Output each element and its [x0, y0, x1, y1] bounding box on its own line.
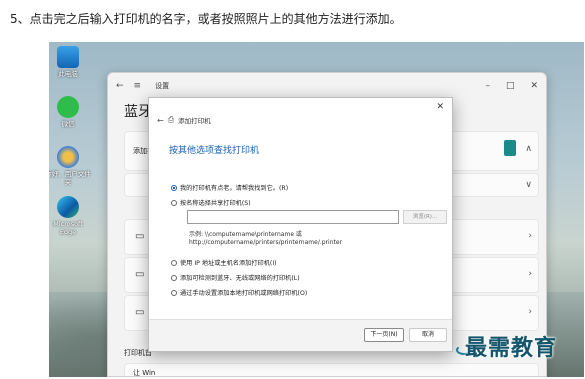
printer-icon: ⎙ — [167, 115, 175, 124]
settings-bottom-row[interactable]: 让 Win — [124, 363, 539, 377]
example-text: 示例: \\computername\printername 或 http://… — [189, 231, 342, 247]
example-line-2: http://computername/printers/printername… — [189, 239, 343, 246]
computer-icon — [57, 46, 79, 68]
radio[interactable] — [171, 199, 177, 206]
close-icon[interactable]: ✕ — [530, 81, 538, 91]
add-printer-dialog: ✕ ← ⎙ 添加打印机 按其他选项查找打印机 我的打印机有点老。请帮我找到它。(… — [148, 97, 453, 352]
option-ip-address[interactable]: 使用 IP 地址或主机名添加打印机(I) — [171, 258, 277, 267]
dialog-back-arrow-icon[interactable]: ← — [157, 116, 164, 125]
option-shared-by-name[interactable]: 按名称选择共享打印机(S) — [171, 198, 251, 207]
option-label: 按名称选择共享打印机(S) — [180, 200, 251, 207]
desktop-icon-label: 微信 — [61, 120, 75, 128]
user-folder-icon — [57, 146, 79, 168]
instruction-text: 5、点击完之后输入打印机的名字，或者按照照片上的其他方法进行添加。 — [10, 12, 402, 26]
browse-button[interactable]: 浏览(R)... — [403, 210, 447, 224]
dialog-heading: 按其他选项查找打印机 — [169, 146, 260, 156]
screenshot: 此电脑 微信 你好，用户文件夹 Microsoft Edge ← ≡ 设置 – … — [49, 42, 584, 377]
page: 5、点击完之后输入打印机的名字，或者按照照片上的其他方法进行添加。 此电脑 微信… — [0, 0, 585, 379]
menu-icon[interactable]: ≡ — [134, 81, 142, 91]
dialog-title: 添加打印机 — [178, 117, 211, 125]
desktop-icon-this-pc[interactable]: 此电脑 — [49, 46, 91, 78]
next-button[interactable]: 下一页(N) — [364, 328, 404, 342]
printer-icon: ▭ — [135, 307, 145, 318]
option-label: 我的打印机有点老。请帮我找到它。(R) — [180, 185, 289, 192]
chevron-right-icon: › — [528, 231, 532, 241]
add-device-button[interactable] — [504, 140, 516, 156]
desktop-icon-user-folder[interactable]: 你好，用户文件夹 — [49, 146, 91, 186]
back-arrow-icon[interactable]: ← — [116, 81, 124, 91]
option-label: 通过手动设置添加本地打印机或网络打印机(O) — [180, 290, 308, 297]
chevron-up-icon[interactable]: ∧ — [525, 144, 532, 154]
option-old-printer[interactable]: 我的打印机有点老。请帮我找到它。(R) — [171, 183, 288, 192]
desktop-icon-label: 此电脑 — [58, 70, 78, 78]
chevron-right-icon: › — [528, 269, 532, 279]
dialog-footer: 下一页(N) 取消 — [149, 319, 452, 351]
desktop-icon-wechat[interactable]: 微信 — [49, 96, 91, 128]
radio-selected[interactable] — [171, 184, 177, 191]
settings-title: 设置 — [155, 82, 170, 90]
desktop-icon-edge[interactable]: Microsoft Edge — [49, 196, 91, 236]
radio[interactable] — [171, 289, 177, 296]
watermark: 最需教育 — [465, 335, 558, 361]
option-label: 使用 IP 地址或主机名添加打印机(I) — [180, 260, 277, 267]
cancel-button[interactable]: 取消 — [409, 328, 447, 342]
edge-icon — [57, 196, 79, 218]
radio[interactable] — [171, 259, 177, 266]
desktop-icon-label: 你好，用户文件夹 — [49, 170, 91, 186]
maximize-icon[interactable]: □ — [506, 81, 515, 91]
printer-icon: ▭ — [135, 269, 145, 280]
dialog-close-icon[interactable]: ✕ — [436, 102, 444, 112]
option-label: 添加可检测到蓝牙、无线或网络的打印机(L) — [180, 275, 300, 282]
printer-icon: ▭ — [135, 231, 145, 242]
window-controls: – □ ✕ — [485, 81, 538, 91]
wechat-icon — [57, 96, 79, 118]
option-bluetooth-wireless[interactable]: 添加可检测到蓝牙、无线或网络的打印机(L) — [171, 273, 300, 282]
radio[interactable] — [171, 274, 177, 281]
settings-titlebar: ← ≡ 设置 – □ ✕ — [108, 73, 546, 99]
minimize-icon[interactable]: – — [485, 81, 490, 91]
option-manual-local[interactable]: 通过手动设置添加本地打印机或网络打印机(O) — [171, 288, 307, 297]
chevron-down-icon: ∨ — [525, 180, 532, 190]
dialog-header: ← ⎙ 添加打印机 — [157, 115, 211, 125]
chevron-right-icon: › — [528, 307, 532, 317]
example-line-1: 示例: \\computername\printername 或 — [189, 231, 302, 238]
settings-bottom-label: 让 Win — [133, 369, 156, 377]
printer-name-input[interactable] — [187, 210, 399, 224]
desktop-icon-label: Microsoft Edge — [53, 220, 83, 236]
